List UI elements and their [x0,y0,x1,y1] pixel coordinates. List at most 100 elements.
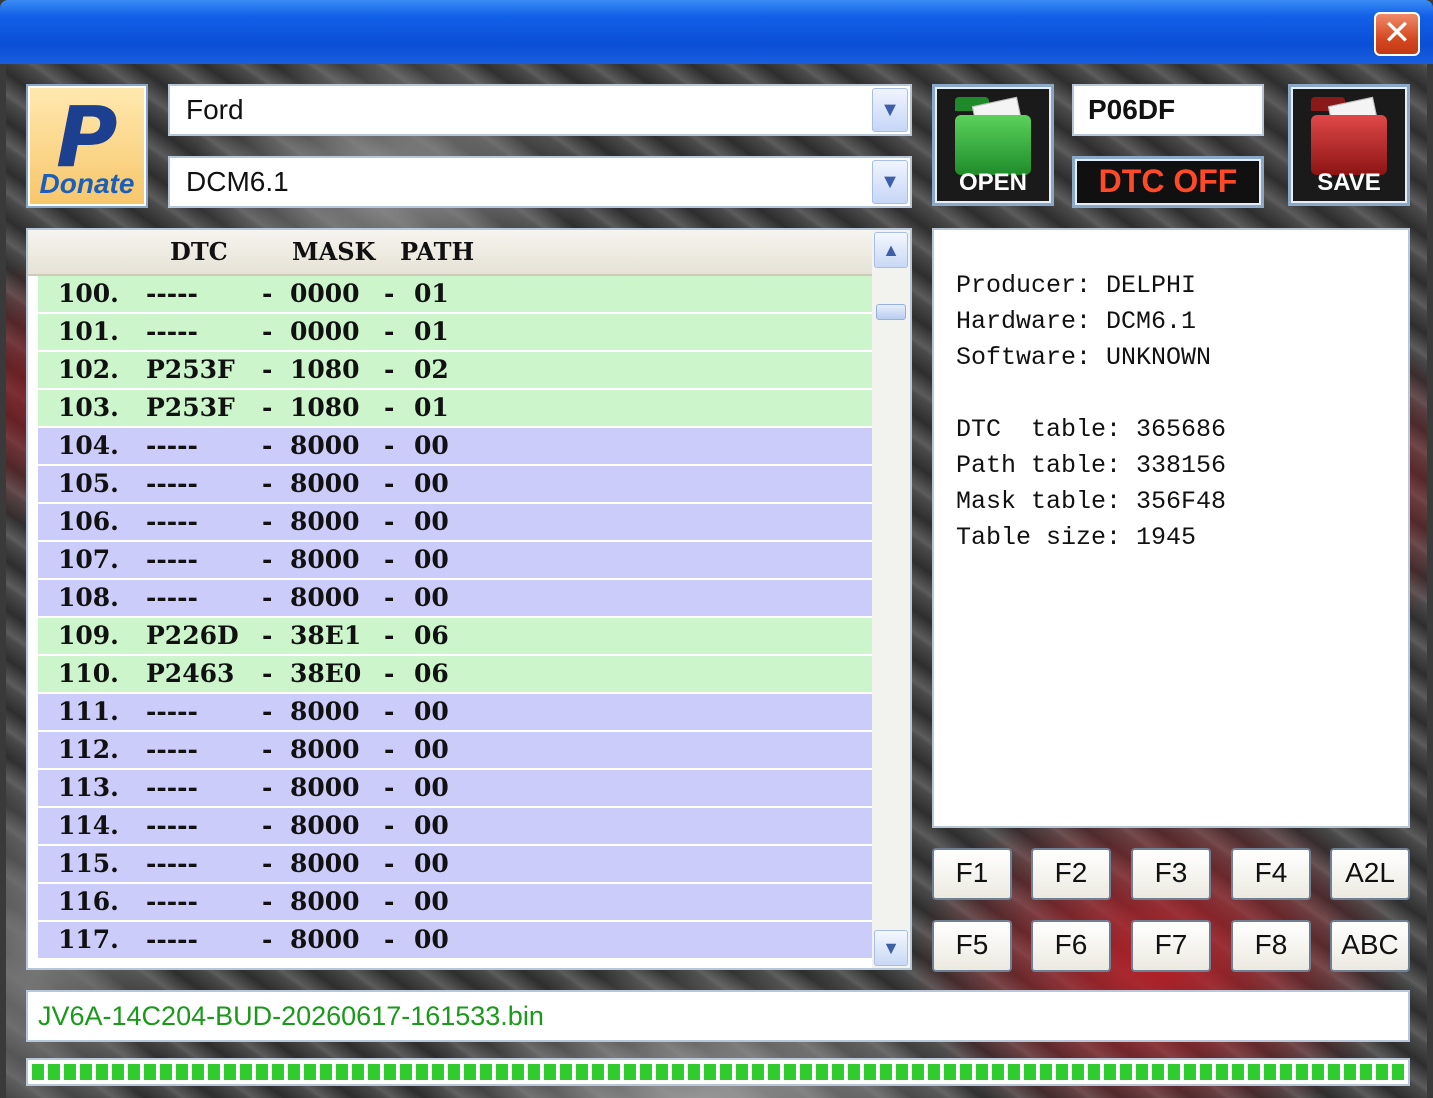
cell-dtc: ----- [146,773,198,802]
cell-dtc: ----- [146,469,198,498]
table-row[interactable]: 116. ----- -8000-00 [38,884,872,922]
cell-mask: 8000 [290,887,360,916]
chevron-down-icon[interactable]: ▼ [872,88,908,132]
title-bar[interactable]: ✕ [0,0,1433,64]
app-window: ✕ P Donate Ford ▼ DCM6.1 ▼ OPEN P06DF DT… [0,0,1433,1098]
table-row[interactable]: 106. ----- -8000-00 [38,504,872,542]
chevron-up-icon: ▲ [882,240,900,260]
cell-num: 102. [58,355,119,384]
cell-mask: 38E1 [290,621,362,650]
cell-separator: - [262,811,273,840]
table-row[interactable]: 107. ----- -8000-00 [38,542,872,580]
f1-button[interactable]: F1 [932,848,1012,900]
dtc-code-input[interactable]: P06DF [1072,84,1264,136]
abc-button[interactable]: ABC [1330,920,1410,972]
cell-separator: - [384,925,395,954]
scroll-down-button[interactable]: ▼ [874,930,908,966]
table-row[interactable]: 110. P2463-38E0-06 [38,656,872,694]
cell-mask: 8000 [290,811,360,840]
cell-path: 00 [414,735,449,764]
table-row[interactable]: 102. P253F -1080-02 [38,352,872,390]
vertical-scrollbar[interactable]: ▲ ▼ [872,230,910,968]
scrollbar-thumb[interactable] [876,304,906,320]
dtc-off-button[interactable]: DTC OFF [1072,156,1264,208]
cell-separator: - [262,355,273,384]
red-folder-icon [1311,115,1387,175]
cell-separator: - [384,507,395,536]
column-header-mask: MASK [292,237,376,266]
cell-dtc: ----- [146,811,198,840]
dtc-table[interactable]: DTC MASK PATH 100. ----- -0000-01 101. -----… [26,228,912,970]
f3-button[interactable]: F3 [1131,848,1211,900]
cell-separator: - [262,773,273,802]
donate-button[interactable]: P Donate [26,84,148,208]
cell-num: 105. [58,469,119,498]
cell-path: 00 [414,697,449,726]
chevron-down-icon[interactable]: ▼ [872,160,908,204]
open-button[interactable]: OPEN [932,84,1054,206]
cell-num: 111. [58,697,119,726]
table-row[interactable]: 113. ----- -8000-00 [38,770,872,808]
cell-mask: 8000 [290,431,360,460]
info-hardware: Hardware: DCM6.1 [956,307,1197,336]
cell-path: 00 [414,583,449,612]
table-row[interactable]: 114. ----- -8000-00 [38,808,872,846]
cell-separator: - [384,887,395,916]
make-select[interactable]: Ford ▼ [168,84,912,136]
cell-separator: - [262,621,273,650]
ecu-select-value: DCM6.1 [186,166,289,197]
table-row[interactable]: 105. ----- -8000-00 [38,466,872,504]
f6-button[interactable]: F6 [1031,920,1111,972]
table-row[interactable]: 112. ----- -8000-00 [38,732,872,770]
info-path-table: Path table: 338156 [956,451,1227,480]
cell-separator: - [262,659,273,688]
cell-separator: - [384,849,395,878]
cell-separator: - [384,431,395,460]
cell-dtc: ----- [146,849,198,878]
scroll-up-button[interactable]: ▲ [874,232,908,268]
f2-button[interactable]: F2 [1031,848,1111,900]
cell-separator: - [262,735,273,764]
table-row[interactable]: 111. ----- -8000-00 [38,694,872,732]
a2l-button[interactable]: A2L [1330,848,1410,900]
table-row[interactable]: 109. P226D -38E1-06 [38,618,872,656]
chevron-down-icon: ▼ [882,938,900,958]
info-table-size: Table size: 1945 [956,523,1197,552]
table-row[interactable]: 115. ----- -8000-00 [38,846,872,884]
cell-separator: - [262,887,273,916]
f8-button[interactable]: F8 [1231,920,1311,972]
f7-button[interactable]: F7 [1131,920,1211,972]
table-row[interactable]: 104. ----- -8000-00 [38,428,872,466]
cell-mask: 38E0 [290,659,362,688]
cell-path: 00 [414,811,449,840]
f5-button[interactable]: F5 [932,920,1012,972]
ecu-select[interactable]: DCM6.1 ▼ [168,156,912,208]
cell-mask: 8000 [290,849,360,878]
cell-separator: - [384,583,395,612]
cell-mask: 8000 [290,583,360,612]
table-row[interactable]: 108. ----- -8000-00 [38,580,872,618]
cell-separator: - [384,659,395,688]
cell-path: 06 [414,621,449,650]
client-area: P Donate Ford ▼ DCM6.1 ▼ OPEN P06DF DTC … [6,64,1427,1098]
f4-button[interactable]: F4 [1231,848,1311,900]
save-button[interactable]: SAVE [1288,84,1410,206]
cell-num: 114. [58,811,119,840]
cell-num: 112. [58,735,119,764]
table-row[interactable]: 101. ----- -0000-01 [38,314,872,352]
table-row[interactable]: 103. P253F -1080-01 [38,390,872,428]
close-button[interactable]: ✕ [1374,12,1420,56]
table-row[interactable]: 100. ----- -0000-01 [38,276,872,314]
green-folder-icon [955,115,1031,175]
table-row[interactable]: 117. ----- -8000-00 [38,922,872,960]
cell-dtc: P253F [146,393,235,422]
cell-separator: - [262,545,273,574]
open-button-label: OPEN [958,169,1027,196]
cell-separator: - [262,507,273,536]
cell-separator: - [384,279,395,308]
cell-mask: 8000 [290,697,360,726]
cell-num: 104. [58,431,119,460]
cell-mask: 8000 [290,545,360,574]
cell-dtc: ----- [146,431,198,460]
